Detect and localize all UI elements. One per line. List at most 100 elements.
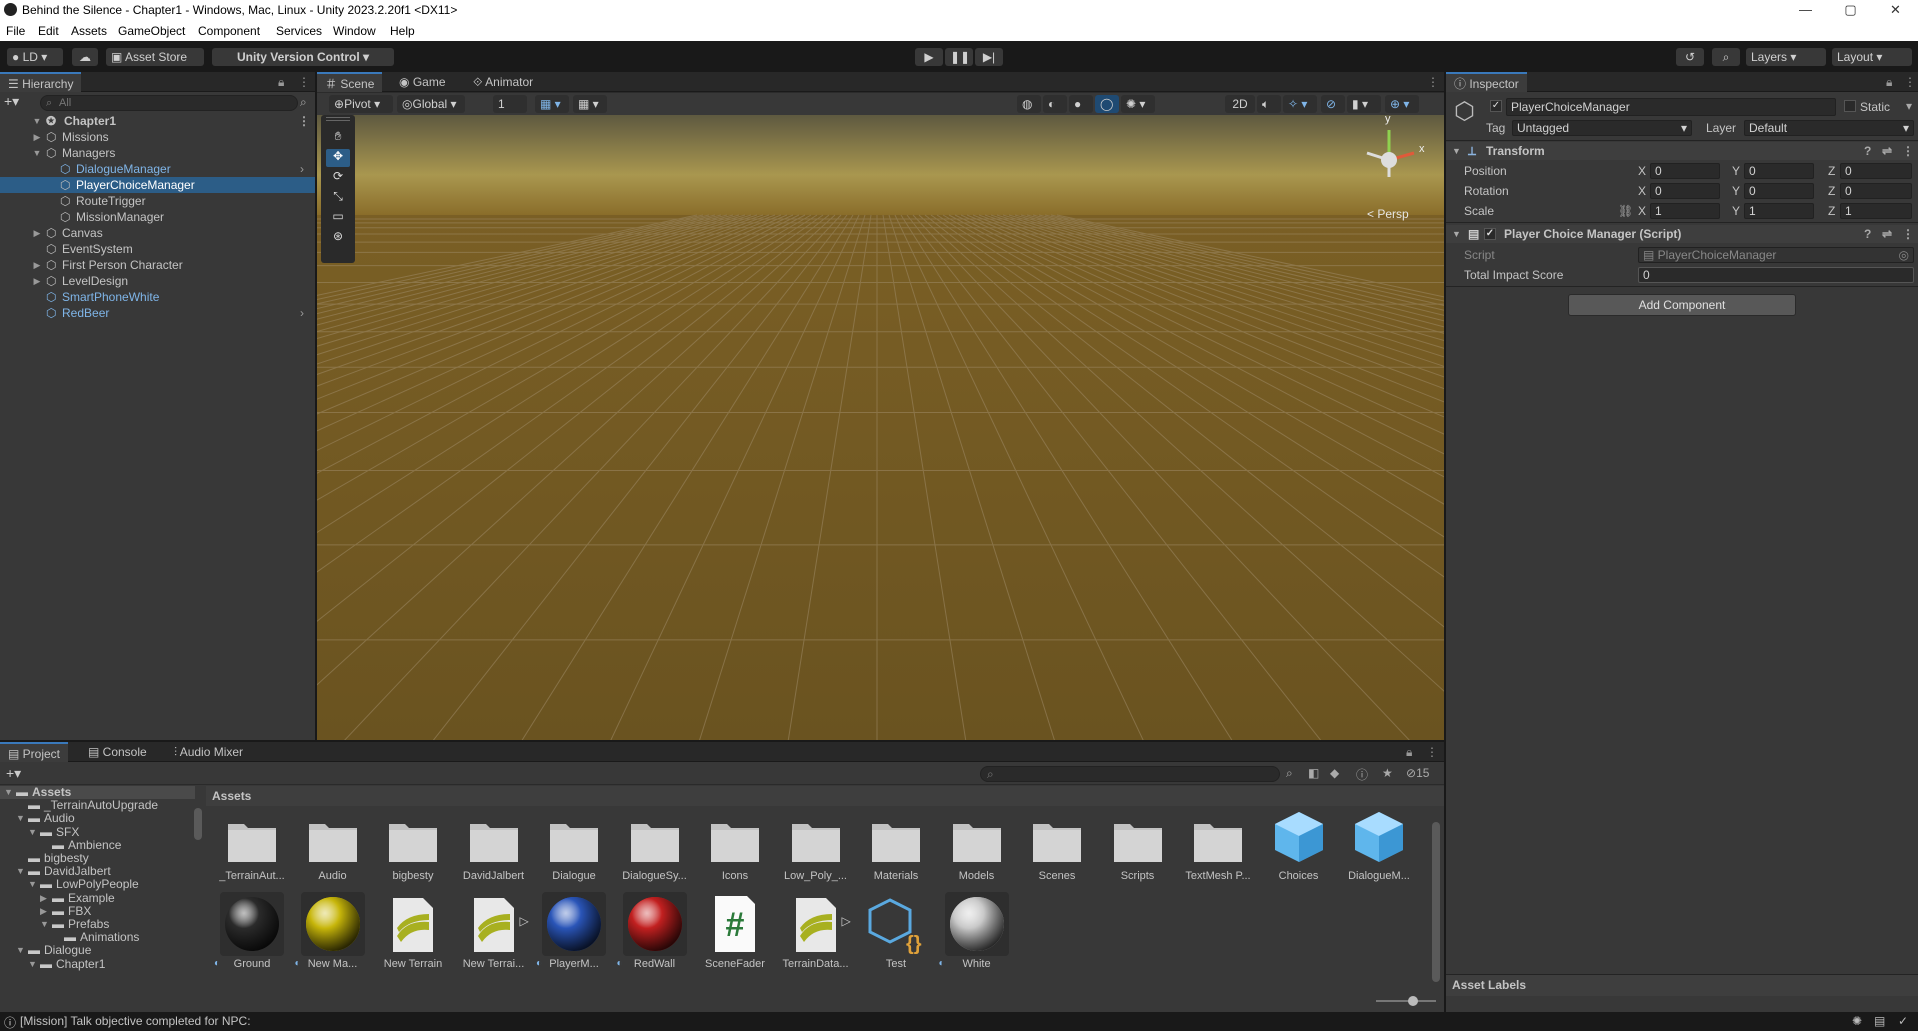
expand-arrow-icon[interactable]: ▼ xyxy=(16,865,25,878)
component-more-icon[interactable]: ⋮ xyxy=(1902,142,1914,160)
asset-folder[interactable]: Audio xyxy=(293,806,373,886)
project-tree-item[interactable]: ▬ bigbesty xyxy=(0,852,195,865)
layout-dropdown[interactable]: Layout ▾ xyxy=(1832,48,1912,66)
hierarchy-item[interactable]: ⬡ EventSystem xyxy=(0,241,315,257)
tag-dropdown[interactable]: Untagged ▾ xyxy=(1512,120,1692,136)
search-icon[interactable]: ⌕ xyxy=(1712,48,1740,66)
snap-icon[interactable]: ▦ ▾ xyxy=(573,95,607,113)
transform-tool-icon[interactable]: ⊛ xyxy=(326,229,350,247)
asset-folder[interactable]: bigbesty xyxy=(373,806,453,886)
shaded-wire-icon[interactable]: ◐ xyxy=(1043,95,1067,113)
hierarchy-item[interactable]: ⬡ RouteTrigger xyxy=(0,193,315,209)
tab-project[interactable]: ▤ Project xyxy=(0,742,69,762)
scale-tool-icon[interactable]: ⤡ xyxy=(326,189,350,207)
position-y-field[interactable]: 0 xyxy=(1744,163,1814,179)
tab-inspector[interactable]: ⓘ Inspector xyxy=(1446,72,1527,92)
asset-item[interactable]: # SceneFader xyxy=(695,892,775,976)
prefab-open-icon[interactable]: › xyxy=(300,161,304,177)
hierarchy-item[interactable]: ▶ ⬡ Canvas xyxy=(0,225,315,241)
asset-labels-header[interactable]: Asset Labels xyxy=(1446,974,1918,996)
hidden-icon[interactable]: ⊘ xyxy=(1321,95,1345,113)
project-tree-item[interactable]: ▼ ▬ Audio xyxy=(0,812,195,825)
grid-icon[interactable]: ▦ ▾ xyxy=(535,95,569,113)
project-tree-item[interactable]: ▼ ▬ Chapter1 xyxy=(0,957,195,971)
expand-subassets-icon[interactable]: ▷ xyxy=(842,914,851,928)
asset-item[interactable]: ◐ RedWall xyxy=(615,892,695,976)
scene-more-icon[interactable]: ⋮ xyxy=(1427,75,1439,89)
tab-audio-mixer[interactable]: ⫶ Audio Mixer xyxy=(166,742,251,762)
preset-icon[interactable]: ⇌ xyxy=(1882,225,1892,243)
hierarchy-item[interactable]: ⬡ SmartPhoneWhite xyxy=(0,289,315,305)
gizmos-icon[interactable]: ⊕ ▾ xyxy=(1385,95,1419,113)
tab-hierarchy[interactable]: ☰ Hierarchy xyxy=(0,72,82,92)
menu-help[interactable]: Help xyxy=(390,24,415,38)
play-button[interactable]: ▶ xyxy=(915,48,943,66)
position-x-field[interactable]: 0 xyxy=(1650,163,1720,179)
asset-item[interactable]: ◐ White xyxy=(937,892,1017,976)
project-tree-item[interactable]: ▬ _TerrainAutoUpgrade xyxy=(0,799,195,812)
layer-dropdown[interactable]: Default ▾ xyxy=(1744,120,1914,136)
scene-gizmo[interactable]: y x xyxy=(1339,115,1439,205)
lock-icon[interactable]: 🔒︎ xyxy=(1886,75,1892,90)
scale-x-field[interactable]: 1 xyxy=(1650,203,1720,219)
hierarchy-item[interactable]: ▼ ⬡ Managers xyxy=(0,145,315,161)
debug-icon[interactable]: ✺ xyxy=(1852,1014,1862,1028)
expand-arrow-icon[interactable]: ▼ xyxy=(40,918,49,931)
asset-item[interactable]: ▷ New Terrai... xyxy=(454,892,534,976)
expand-arrow-icon[interactable]: ▼ xyxy=(16,812,25,825)
prefab-open-icon[interactable]: › xyxy=(300,305,304,321)
audio-icon[interactable]: 🔈︎ xyxy=(1257,95,1281,113)
hierarchy-search-input[interactable]: ⌕ All xyxy=(40,95,298,111)
asset-item[interactable]: ▷ TerrainData... xyxy=(776,892,856,976)
minimize-button[interactable]: — xyxy=(1783,0,1828,20)
hierarchy-item[interactable]: ⬡ PlayerChoiceManager xyxy=(0,177,315,193)
pause-button[interactable]: ❚❚ xyxy=(945,48,973,66)
menu-assets[interactable]: Assets xyxy=(71,24,107,38)
help-icon[interactable]: ? xyxy=(1864,225,1871,243)
expand-arrow-icon[interactable]: ▼ xyxy=(28,958,37,971)
asset-folder[interactable]: Models xyxy=(937,806,1017,886)
toggle-2d-button[interactable]: 2D xyxy=(1225,95,1255,113)
lock-icon[interactable]: 🔒︎ xyxy=(278,75,284,90)
project-tree-item[interactable]: ▼ ▬ SFX xyxy=(0,825,195,839)
object-name-field[interactable]: PlayerChoiceManager xyxy=(1506,98,1836,116)
menu-gameobject[interactable]: GameObject xyxy=(118,24,185,38)
project-tree-item[interactable]: ▼ ▬ Assets xyxy=(0,786,195,799)
transform-header[interactable]: ▼ ⟂ Transform ? ⇌ ⋮ xyxy=(1446,142,1918,160)
add-component-button[interactable]: Add Component xyxy=(1568,294,1796,316)
project-tree-item[interactable]: ▼ ▬ DavidJalbert xyxy=(0,865,195,878)
asset-folder[interactable]: Scripts xyxy=(1098,806,1178,886)
rotate-tool-icon[interactable]: ⟳ xyxy=(326,169,350,187)
hierarchy-item[interactable]: ▶ ⬡ LevelDesign xyxy=(0,273,315,289)
log-filter-icon[interactable]: ⓘ xyxy=(1356,766,1368,783)
object-picker-icon[interactable]: ◎ xyxy=(1899,248,1909,262)
asset-store-button[interactable]: ▣ Asset Store xyxy=(106,48,204,66)
history-icon[interactable]: ↺ xyxy=(1676,48,1704,66)
scene-search-icon[interactable]: ⌕ xyxy=(300,95,307,110)
search-scope-icon[interactable]: ⌕ xyxy=(1286,766,1293,781)
asset-folder[interactable]: DialogueM... xyxy=(1339,806,1419,886)
static-dropdown-arrow-icon[interactable]: ▾ xyxy=(1906,99,1912,113)
collapse-arrow-icon[interactable]: ▼ xyxy=(1452,225,1461,243)
asset-item[interactable]: ◐ PlayerM... xyxy=(534,892,614,976)
scene-root[interactable]: ▼ ✪ Chapter1 ⋮ xyxy=(0,113,315,129)
asset-folder[interactable]: Low_Poly_... xyxy=(776,806,856,886)
asset-item[interactable]: New Terrain xyxy=(373,892,453,976)
menu-edit[interactable]: Edit xyxy=(38,24,59,38)
check-icon[interactable]: ✓ xyxy=(1898,1014,1908,1028)
project-tree-item[interactable]: ▶ ▬ FBX xyxy=(0,904,195,918)
grid-snap-input[interactable]: 1 xyxy=(493,95,527,113)
asset-folder[interactable]: Materials xyxy=(856,806,936,886)
asset-item[interactable]: ◐ New Ma... xyxy=(293,892,373,976)
hierarchy-item[interactable]: ▶ ⬡ First Person Character xyxy=(0,257,315,273)
account-button[interactable]: ● LD ▾ xyxy=(7,48,63,66)
projection-label[interactable]: < Persp xyxy=(1367,207,1409,221)
project-tree-item[interactable]: ▼ ▬ Dialogue xyxy=(0,944,195,957)
rect-tool-icon[interactable]: ▭ xyxy=(326,209,350,227)
lit-icon[interactable]: ◯ xyxy=(1095,95,1119,113)
scrollbar-thumb[interactable] xyxy=(1432,822,1440,982)
create-button[interactable]: +▾ xyxy=(4,93,34,111)
move-tool-icon[interactable]: ✥ xyxy=(326,149,350,167)
progress-icon[interactable]: ▤ xyxy=(1874,1014,1885,1028)
asset-folder[interactable]: DavidJalbert xyxy=(454,806,534,886)
